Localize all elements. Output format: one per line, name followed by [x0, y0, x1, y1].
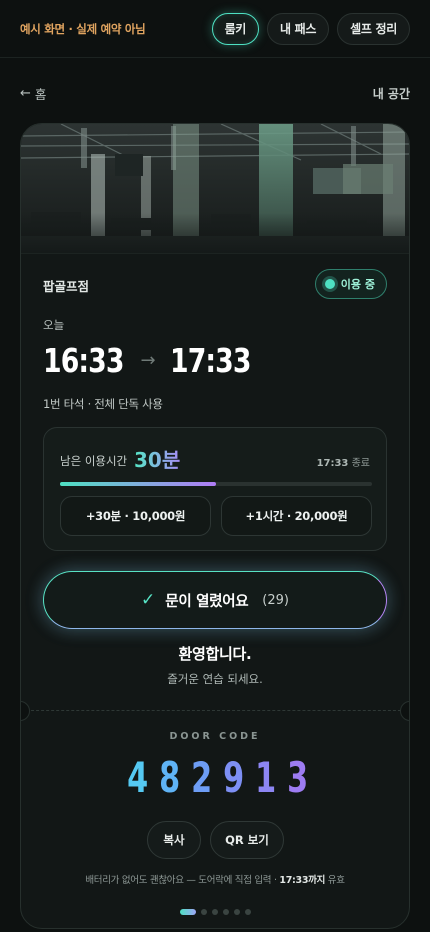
end-time-note: 17:33 종료	[317, 454, 370, 469]
door-code-digit: 1	[255, 753, 277, 802]
door-code-digit: 8	[159, 753, 181, 802]
back-label: 홈	[34, 86, 47, 102]
extend-1hour-button[interactable]: +1시간 · 20,000원	[221, 496, 372, 536]
room-key-card: 팝골프점 이용 중 오늘 16:33 → 17:33 1번 타석 · 전체 단독…	[20, 123, 410, 929]
copy-code-button[interactable]: 복사	[147, 821, 201, 859]
welcome-subtitle: 즐거운 연습 되세요.	[167, 672, 263, 686]
end-time: 17:33	[169, 340, 251, 380]
door-code-label: DOOR CODE	[169, 731, 261, 742]
ticket-notch-left	[21, 701, 30, 721]
page-dot[interactable]	[200, 909, 207, 915]
door-code-note-prefix: 배터리가 없어도 괜찮아요 — 도어락에 직접 입력 ·	[85, 875, 280, 886]
show-qr-button[interactable]: QR 보기	[210, 821, 284, 859]
arrow-right-icon: →	[140, 349, 156, 371]
door-code-note-time: 17:33까지	[279, 875, 326, 886]
time-progress-fill	[60, 482, 216, 486]
status-badge: 이용 중	[314, 269, 387, 299]
page-dot[interactable]	[211, 909, 218, 915]
door-code-digit: 4	[127, 753, 149, 802]
remaining-time-panel: 남은 이용시간 30분 17:33 종료 +30분 · 10,000원 +1시간…	[43, 427, 387, 551]
door-button-label: 문이 열렸어요	[165, 593, 249, 610]
top-nav: 룸키 내 패스 셀프 정리	[211, 12, 410, 45]
status-dot-icon	[324, 279, 335, 289]
door-code-digit: 2	[191, 753, 213, 802]
my-space-link[interactable]: 내 공간	[373, 85, 410, 102]
tab-self-cleanup[interactable]: 셀프 정리	[337, 12, 410, 45]
door-code-note-suffix: 유효	[325, 875, 345, 886]
start-time: 16:33	[43, 340, 124, 380]
time-progress-bar	[60, 482, 372, 486]
seat-info: 1번 타석 · 전체 단독 사용	[43, 397, 163, 411]
door-code-digit: 9	[223, 753, 245, 802]
remaining-value: 30분	[134, 444, 180, 473]
page-indicator	[21, 909, 409, 915]
remaining-label: 남은 이용시간	[60, 454, 128, 468]
demo-notice: 예시 화면 · 실제 예약 아님	[20, 21, 146, 36]
end-time-note-time: 17:33	[316, 458, 349, 469]
tab-my-pass[interactable]: 내 패스	[267, 12, 330, 45]
page-dot[interactable]	[233, 909, 240, 915]
welcome-title: 환영합니다.	[178, 645, 252, 663]
arrow-left-icon: ←	[20, 85, 31, 101]
page-dot[interactable]	[244, 909, 251, 915]
ticket-notch-right	[400, 701, 409, 721]
top-bar: 예시 화면 · 실제 예약 아님 룸키 내 패스 셀프 정리	[0, 0, 430, 58]
ticket-divider	[21, 710, 409, 711]
store-photo	[21, 124, 409, 254]
door-countdown: (29)	[262, 592, 289, 608]
back-home-link[interactable]: ← 홈	[20, 84, 46, 103]
page-dot[interactable]	[179, 909, 196, 915]
extend-30min-button[interactable]: +30분 · 10,000원	[60, 496, 211, 536]
day-label: 오늘	[43, 318, 65, 332]
tab-room-key[interactable]: 룸키	[211, 12, 260, 45]
door-code-note: 배터리가 없어도 괜찮아요 — 도어락에 직접 입력 · 17:33까지 유효	[21, 872, 409, 886]
status-label: 이용 중	[340, 278, 375, 291]
door-open-button[interactable]: ✓ 문이 열렸어요 (29)	[43, 571, 387, 629]
store-name: 팝골프점	[43, 279, 90, 294]
time-range: 16:33 → 17:33	[43, 338, 259, 382]
end-time-note-suffix: 종료	[351, 458, 370, 469]
breadcrumb: ← 홈 내 공간	[20, 82, 410, 104]
page-dot[interactable]	[222, 909, 229, 915]
door-code-digit: 3	[287, 753, 309, 802]
door-code: 4 8 2 9 1 3	[21, 752, 409, 804]
check-icon: ✓	[141, 590, 156, 610]
